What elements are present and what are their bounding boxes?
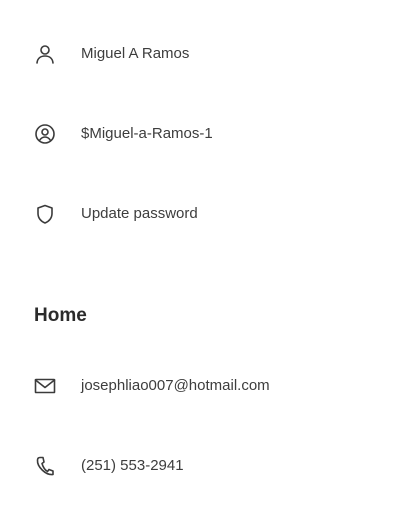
person-icon bbox=[34, 43, 56, 65]
home-email-row[interactable]: josephliao007@hotmail.com bbox=[0, 366, 418, 406]
profile-handle-row[interactable]: $Miguel-a-Ramos-1 bbox=[0, 114, 418, 154]
mail-icon bbox=[34, 375, 56, 397]
profile-handle: $Miguel-a-Ramos-1 bbox=[81, 125, 213, 142]
phone-icon bbox=[34, 455, 56, 477]
user-circle-icon bbox=[34, 123, 56, 145]
home-email: josephliao007@hotmail.com bbox=[81, 377, 270, 394]
shield-icon bbox=[34, 203, 56, 225]
update-password-label: Update password bbox=[81, 205, 198, 222]
home-phone-row[interactable]: (251) 553-2941 bbox=[0, 446, 418, 486]
home-phone: (251) 553-2941 bbox=[81, 457, 184, 474]
update-password-row[interactable]: Update password bbox=[0, 194, 418, 234]
profile-name-row[interactable]: Miguel A Ramos bbox=[0, 34, 418, 74]
home-section-heading: Home bbox=[34, 305, 87, 326]
profile-name: Miguel A Ramos bbox=[81, 45, 190, 62]
